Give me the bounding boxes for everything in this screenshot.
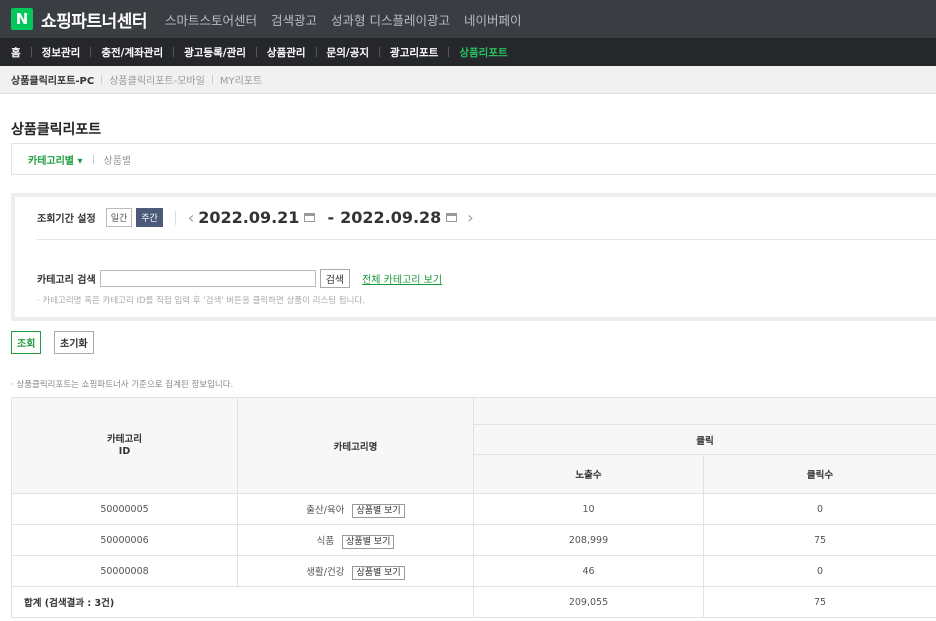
menu-products[interactable]: 상품관리 (257, 45, 316, 60)
date-dash: - (327, 208, 335, 227)
category-search-row: 카테고리 검색 검색 전체 카테고리 보기 (37, 269, 442, 288)
calendar-icon[interactable] (446, 213, 458, 222)
menu-info[interactable]: 정보관리 (32, 45, 91, 60)
report-subtabs: 상품클릭리포트-PC 상품클릭리포트-모바일 MY리포트 (0, 66, 936, 94)
table-row: 50000006 식품 상품별 보기 208,999 75 (11, 524, 936, 556)
header-click-group: 클릭 (473, 424, 936, 455)
reset-button[interactable]: 초기화 (54, 331, 94, 354)
chevron-left-icon[interactable]: ‹ (188, 208, 194, 227)
header-blank (473, 397, 936, 425)
header-category-id: 카테고리 ID (11, 397, 238, 494)
main-menu: 홈 정보관리 충전/계좌관리 광고등록/관리 상품관리 문의/공지 광고리포트 … (0, 38, 936, 66)
menu-ad-report[interactable]: 광고리포트 (380, 45, 448, 60)
header-impressions: 노출수 (473, 454, 704, 494)
header-category-name: 카테고리명 (237, 397, 474, 494)
weekly-button[interactable]: 주간 (136, 208, 163, 227)
row-category-id: 50000005 (11, 493, 238, 525)
row-impressions: 46 (473, 555, 704, 587)
start-date[interactable]: 2022.09.21 (198, 208, 299, 227)
row-category-name-cell: 식품 상품별 보기 (237, 524, 474, 556)
query-button[interactable]: 조회 (11, 331, 42, 354)
view-by-product-button[interactable]: 상품별 보기 (342, 535, 395, 549)
menu-inquiry[interactable]: 문의/공지 (317, 45, 379, 60)
daily-button[interactable]: 일간 (105, 208, 133, 227)
row-category-id: 50000006 (11, 524, 238, 556)
row-impressions: 10 (473, 493, 704, 525)
subtab-pc[interactable]: 상품클릭리포트-PC (11, 72, 101, 87)
table-row: 50000005 출산/육아 상품별 보기 10 0 (11, 493, 936, 525)
top-nav: 스마트스토어센터 검색광고 성과형 디스플레이광고 네이버페이 (165, 10, 522, 29)
page-title: 상품클릭리포트 (11, 122, 102, 138)
row-category-name: 식품 (316, 536, 335, 547)
subtab-mobile[interactable]: 상품클릭리포트-모바일 (102, 72, 212, 87)
search-hint: · 카테고리명 혹은 카테고리 ID를 직접 입력 후 '검색' 버튼을 클릭하… (37, 296, 365, 306)
view-tabs: 카테고리별 ▾ 상품별 (11, 143, 936, 175)
period-divider (174, 210, 176, 225)
top-nav-naverpay[interactable]: 네이버페이 (464, 10, 522, 29)
naver-logo-icon[interactable]: N (11, 8, 33, 30)
report-table: 카테고리 ID 카테고리명 클릭 노출수 클릭수 50000005 출산/육아 상… (11, 397, 936, 618)
top-nav-smartstore[interactable]: 스마트스토어센터 (165, 10, 257, 29)
panel-divider (37, 239, 936, 240)
end-date[interactable]: 2022.09.28 (340, 208, 441, 227)
view-by-product-button[interactable]: 상품별 보기 (352, 504, 405, 518)
view-tab-product[interactable]: 상품별 (104, 152, 132, 167)
subtab-my-report[interactable]: MY리포트 (213, 72, 269, 87)
category-search-label: 카테고리 검색 (37, 275, 96, 286)
search-button[interactable]: 검색 (319, 269, 351, 288)
table-row: 50000008 생활/건강 상품별 보기 46 0 (11, 555, 936, 587)
table-total-row: 합계 (검색결과 : 3건) 209,055 75 (11, 586, 936, 618)
total-clicks: 75 (703, 586, 936, 618)
row-clicks: 0 (703, 555, 936, 587)
row-category-name-cell: 출산/육아 상품별 보기 (237, 493, 474, 525)
view-by-product-button[interactable]: 상품별 보기 (352, 566, 405, 580)
total-label: 합계 (검색결과 : 3건) (11, 586, 474, 618)
menu-home[interactable]: 홈 (11, 45, 31, 60)
top-nav-display-ad[interactable]: 성과형 디스플레이광고 (331, 10, 450, 29)
row-category-name: 출산/육아 (306, 505, 345, 516)
chevron-right-icon[interactable]: › (467, 208, 473, 227)
top-nav-searchad[interactable]: 검색광고 (271, 10, 317, 29)
calendar-icon[interactable] (304, 213, 316, 222)
search-panel: 조회기간 설정 일간 주간 ‹ 2022.09.21 - 2022.09.28 … (11, 193, 936, 321)
view-tab-divider (92, 154, 94, 164)
brand-title[interactable]: 쇼핑파트너센터 (41, 7, 147, 32)
menu-billing[interactable]: 충전/계좌관리 (91, 45, 173, 60)
row-clicks: 75 (703, 524, 936, 556)
menu-ad-manage[interactable]: 광고등록/관리 (174, 45, 256, 60)
total-impressions: 209,055 (473, 586, 704, 618)
header-clicks: 클릭수 (703, 454, 936, 494)
view-tab-category[interactable]: 카테고리별 ▾ (28, 152, 83, 167)
row-category-name-cell: 생활/건강 상품별 보기 (237, 555, 474, 587)
row-clicks: 0 (703, 493, 936, 525)
top-bar: N 쇼핑파트너센터 스마트스토어센터 검색광고 성과형 디스플레이광고 네이버페… (0, 0, 936, 38)
row-category-name: 생활/건강 (306, 567, 345, 578)
category-search-input[interactable] (99, 270, 316, 287)
row-impressions: 208,999 (473, 524, 704, 556)
all-categories-link[interactable]: 전체 카테고리 보기 (362, 271, 442, 286)
menu-product-report[interactable]: 상품리포트 (449, 45, 517, 60)
row-category-id: 50000008 (11, 555, 238, 587)
period-row: 조회기간 설정 일간 주간 ‹ 2022.09.21 - 2022.09.28 … (37, 208, 478, 227)
report-notice: · 상품클릭리포트는 쇼핑파트너사 기준으로 집계된 정보입니다. (11, 380, 234, 390)
period-label: 조회기간 설정 (37, 214, 96, 225)
